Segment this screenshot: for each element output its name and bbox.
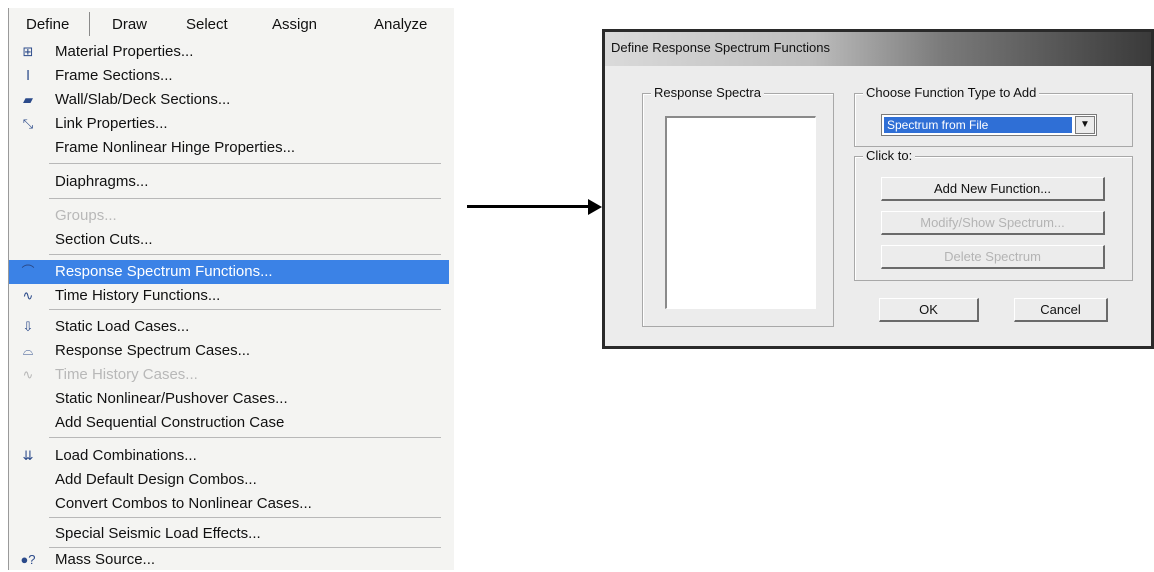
- menu-separator: [49, 309, 441, 310]
- menu-separator: [49, 437, 441, 438]
- menu-item-response-spectrum-functions[interactable]: ⌒ Response Spectrum Functions...: [9, 260, 449, 284]
- menu-draw[interactable]: Draw: [112, 16, 147, 33]
- menu-separator: [49, 517, 441, 518]
- menu-separator: [49, 163, 441, 164]
- menu-assign[interactable]: Assign: [272, 16, 317, 33]
- menu-item-label: Add Default Design Combos...: [55, 471, 257, 488]
- menu-item-label: Material Properties...: [55, 43, 194, 60]
- menu-item-section-cuts[interactable]: Section Cuts...: [9, 228, 449, 252]
- menu-item-mass-source[interactable]: ●? Mass Source...: [9, 548, 449, 572]
- function-type-value: Spectrum from File: [884, 117, 1072, 133]
- response-spectrum-icon: ⌒: [21, 264, 35, 279]
- wall-slab-icon: ▰: [23, 92, 33, 107]
- menu-item-static-load-cases[interactable]: ⇩ Static Load Cases...: [9, 315, 449, 339]
- menu-separator: [49, 254, 441, 255]
- menu-item-label: Groups...: [55, 207, 117, 224]
- menu-item-label: Response Spectrum Cases...: [55, 342, 251, 359]
- material-icon: ⊞: [22, 44, 34, 59]
- menu-item-label: Static Nonlinear/Pushover Cases...: [55, 390, 288, 407]
- link-icon: ⤡: [22, 116, 34, 131]
- menu-item-convert-combos[interactable]: Convert Combos to Nonlinear Cases...: [9, 492, 449, 516]
- modify-show-spectrum-button[interactable]: Modify/Show Spectrum...: [881, 211, 1105, 235]
- menu-item-label: Convert Combos to Nonlinear Cases...: [55, 495, 312, 512]
- menu-select[interactable]: Select: [186, 16, 228, 33]
- response-cases-icon: ⌓: [22, 343, 34, 358]
- menu-item-pushover-cases[interactable]: Static Nonlinear/Pushover Cases...: [9, 387, 449, 411]
- response-spectra-list[interactable]: [665, 116, 816, 309]
- menu-item-label: Frame Sections...: [55, 67, 173, 84]
- menu-separator: [49, 198, 441, 199]
- menu-item-time-history-functions[interactable]: ∿ Time History Functions...: [9, 284, 449, 308]
- mass-source-icon: ●?: [20, 552, 36, 567]
- menu-item-label: Wall/Slab/Deck Sections...: [55, 91, 231, 108]
- menu-item-label: Load Combinations...: [55, 447, 197, 464]
- static-load-icon: ⇩: [22, 319, 34, 334]
- click-to-group: Click to: Add New Function... Modify/Sho…: [854, 148, 1133, 281]
- menu-item-special-seismic[interactable]: Special Seismic Load Effects...: [9, 522, 449, 546]
- cancel-button[interactable]: Cancel: [1014, 298, 1108, 322]
- function-type-group: Choose Function Type to Add Spectrum fro…: [854, 85, 1133, 147]
- menu-item-groups: Groups...: [9, 204, 449, 228]
- click-to-label: Click to:: [863, 148, 916, 163]
- menu-item-default-design-combos[interactable]: Add Default Design Combos...: [9, 468, 449, 492]
- menu-item-response-spectrum-cases[interactable]: ⌓ Response Spectrum Cases...: [9, 339, 449, 363]
- menu-item-diaphragms[interactable]: Diaphragms...: [9, 170, 449, 194]
- menu-item-sequential-construction[interactable]: Add Sequential Construction Case: [9, 411, 449, 435]
- menu-item-label: Add Sequential Construction Case: [55, 414, 285, 431]
- menu-define[interactable]: Define: [26, 16, 69, 33]
- time-history-icon: ∿: [22, 288, 34, 303]
- frame-section-icon: Ⅰ: [26, 68, 30, 83]
- menu-item-label: Diaphragms...: [55, 173, 149, 190]
- menu-item-time-history-cases: ∿ Time History Cases...: [9, 363, 449, 387]
- add-new-function-button[interactable]: Add New Function...: [881, 177, 1105, 201]
- menu-item-label: Special Seismic Load Effects...: [55, 525, 261, 542]
- function-type-label: Choose Function Type to Add: [863, 85, 1040, 100]
- ok-button[interactable]: OK: [879, 298, 979, 322]
- delete-spectrum-button[interactable]: Delete Spectrum: [881, 245, 1105, 269]
- define-response-spectrum-dialog: Define Response Spectrum Functions Respo…: [602, 29, 1154, 349]
- menu-item-label: Response Spectrum Functions...: [55, 263, 273, 280]
- dialog-title: Define Response Spectrum Functions: [611, 40, 830, 55]
- time-history-cases-icon: ∿: [22, 367, 34, 382]
- menu-item-label: Mass Source...: [55, 551, 156, 568]
- menubar-divider: [89, 12, 90, 36]
- response-spectra-label: Response Spectra: [651, 85, 764, 100]
- menu-item-material-properties[interactable]: ⊞ Material Properties...: [9, 40, 449, 64]
- arrow-right-icon: [588, 199, 602, 215]
- menu-item-label: Static Load Cases...: [55, 318, 190, 335]
- menu-item-wall-slab-deck[interactable]: ▰ Wall/Slab/Deck Sections...: [9, 88, 449, 112]
- load-combination-icon: ⇊: [22, 448, 34, 463]
- arrow-line: [467, 205, 591, 208]
- menu-item-label: Time History Cases...: [55, 366, 198, 383]
- chevron-down-icon[interactable]: ▼: [1075, 116, 1095, 134]
- menu-item-label: Frame Nonlinear Hinge Properties...: [55, 139, 296, 156]
- function-type-select[interactable]: Spectrum from File ▼: [881, 114, 1097, 136]
- menu-item-label: Time History Functions...: [55, 287, 221, 304]
- menu-item-label: Section Cuts...: [55, 231, 153, 248]
- response-spectra-group: Response Spectra: [642, 85, 834, 327]
- menu-analyze[interactable]: Analyze: [374, 16, 427, 33]
- menu-item-frame-sections[interactable]: Ⅰ Frame Sections...: [9, 64, 449, 88]
- dialog-titlebar[interactable]: Define Response Spectrum Functions: [605, 32, 1151, 66]
- define-menu: Define Draw Select Assign Analyze ⊞ Mate…: [8, 8, 454, 570]
- menu-item-load-combinations[interactable]: ⇊ Load Combinations...: [9, 444, 449, 468]
- menu-bar: Define Draw Select Assign Analyze: [9, 8, 454, 38]
- menu-item-frame-hinge[interactable]: Frame Nonlinear Hinge Properties...: [9, 136, 449, 160]
- menu-item-link-properties[interactable]: ⤡ Link Properties...: [9, 112, 449, 136]
- menu-item-label: Link Properties...: [55, 115, 168, 132]
